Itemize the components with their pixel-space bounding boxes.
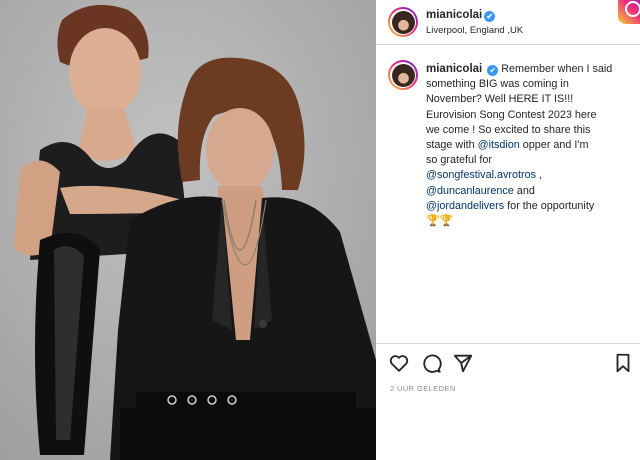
caption-line: stage with bbox=[426, 139, 478, 152]
post-photo[interactable] bbox=[0, 0, 376, 460]
caption-line: opper and I'm bbox=[519, 139, 589, 152]
trophy-emojis: 🏆🏆 bbox=[426, 215, 454, 228]
post-header: mianicolai ✔ Liverpool, England ,UK bbox=[376, 0, 640, 44]
caption-line: something BIG was coming in bbox=[426, 78, 569, 91]
post-location[interactable]: Liverpool, England ,UK bbox=[426, 25, 523, 36]
post-actions bbox=[388, 352, 632, 376]
caption-line: Eurovision Song Contest 2023 here bbox=[426, 108, 597, 121]
caption-line: Remember when I said bbox=[501, 63, 613, 75]
header-divider bbox=[376, 44, 640, 45]
caption-line: so grateful for bbox=[426, 154, 493, 167]
bookmark-icon[interactable] bbox=[612, 352, 634, 374]
photo-illustration bbox=[0, 0, 376, 460]
paper-plane-icon[interactable] bbox=[452, 352, 474, 374]
caption-line: we come ! So excited to share this bbox=[426, 123, 591, 136]
actions-divider bbox=[376, 343, 640, 344]
header-username[interactable]: mianicolai ✔ bbox=[426, 9, 496, 22]
instagram-post: mianicolai ✔ Liverpool, England ,UK miani… bbox=[0, 0, 640, 460]
post-timestamp[interactable]: 2 UUR GELEDEN bbox=[390, 384, 456, 393]
post-side-panel: mianicolai ✔ Liverpool, England ,UK miani… bbox=[376, 0, 640, 460]
caption-verified-badge-icon: ✔ bbox=[487, 65, 499, 76]
caption-avatar[interactable] bbox=[388, 60, 418, 90]
heart-icon[interactable] bbox=[388, 352, 410, 374]
mention-songfestival[interactable]: @songfestival.avrotros bbox=[426, 169, 536, 181]
mention-itsdion[interactable]: @itsdion bbox=[478, 139, 520, 151]
profile-avatar[interactable] bbox=[388, 7, 418, 37]
caption-line: , bbox=[535, 169, 542, 182]
instagram-logo bbox=[618, 0, 640, 24]
caption-line: November? Well HERE IT IS!!! bbox=[426, 93, 574, 106]
caption-username[interactable]: mianicolai bbox=[426, 63, 482, 75]
caption-line: for the opportunity bbox=[504, 199, 595, 212]
mention-jordandelivers[interactable]: @jordandelivers bbox=[426, 200, 504, 212]
username-text[interactable]: mianicolai bbox=[426, 9, 482, 21]
mention-duncanlaurence[interactable]: @duncanlaurence bbox=[426, 185, 514, 197]
comment-bubble-icon[interactable] bbox=[420, 352, 442, 374]
verified-badge-icon: ✔ bbox=[484, 11, 496, 22]
caption-text: mianicolai ✔ Remember when I said somethi… bbox=[426, 62, 634, 229]
caption-line: and bbox=[513, 184, 535, 197]
